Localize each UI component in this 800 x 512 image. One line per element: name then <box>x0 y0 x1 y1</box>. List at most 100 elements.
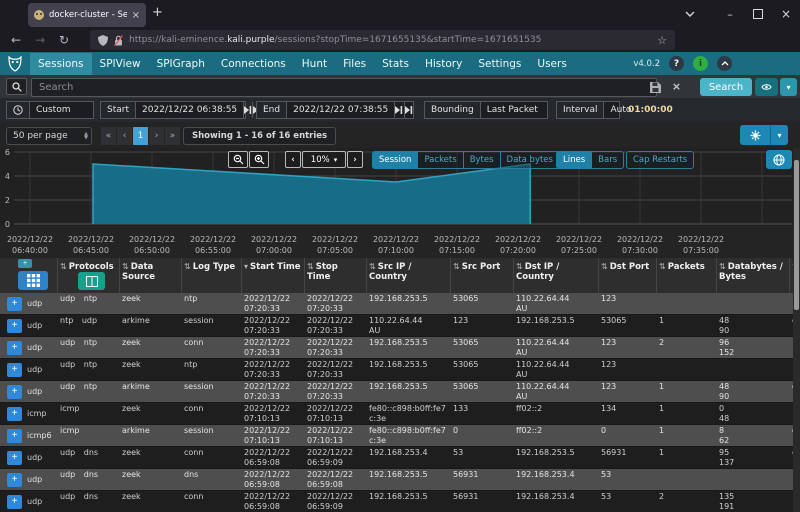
current-page-button[interactable]: 1 <box>133 127 148 145</box>
pan-left-button[interactable]: ‹ <box>285 151 301 168</box>
nav-item-hunt[interactable]: Hunt <box>294 53 335 75</box>
new-tab-button[interactable]: + <box>152 5 163 20</box>
time-range-select[interactable]: Custom <box>30 105 76 115</box>
clear-search-icon[interactable]: × <box>668 78 685 95</box>
tracking-shield-icon[interactable] <box>98 34 108 46</box>
expand-session-button[interactable]: + <box>7 407 22 421</box>
cell-dst-port: 53 <box>601 492 612 501</box>
expand-session-button[interactable]: + <box>7 319 22 333</box>
save-view-button[interactable] <box>646 79 664 95</box>
nav-item-connections[interactable]: Connections <box>213 53 294 75</box>
open-map-button[interactable] <box>766 150 792 169</box>
nav-item-settings[interactable]: Settings <box>470 53 529 75</box>
column-header-dst-port[interactable]: ⇅ Dst Port <box>599 258 657 293</box>
column-header-start-time[interactable]: ▾ Start Time <box>242 258 305 293</box>
prev-page-button[interactable]: ‹ <box>117 127 132 145</box>
toggle-header-button[interactable]: + <box>18 259 32 268</box>
cell-dst-port: 134 <box>601 404 617 413</box>
column-header-packets[interactable]: ⇅ Packets <box>657 258 717 293</box>
cell-packets: 2 <box>659 492 665 501</box>
help-icon[interactable]: ? <box>669 56 684 71</box>
style-bars-button[interactable]: Bars <box>591 151 625 169</box>
lock-insecure-icon[interactable] <box>114 34 123 46</box>
zoom-out-button[interactable] <box>228 151 248 168</box>
nav-item-stats[interactable]: Stats <box>374 53 417 75</box>
column-layout-button[interactable] <box>78 272 105 290</box>
search-button[interactable]: Search <box>700 78 752 96</box>
views-eye-button[interactable] <box>755 78 778 96</box>
start-time-input[interactable]: 2022/12/22 06:38:55 <box>136 105 243 115</box>
cell-start-time: 2022/12/22 06:59:08 <box>242 491 305 512</box>
url-bar[interactable]: https://kali-eminence.kali.purple/sessio… <box>90 30 675 50</box>
bookmark-star-icon[interactable]: ☆ <box>657 34 667 47</box>
cell-stop-time: 2022/12/22 07:20:33 <box>305 359 367 380</box>
zoom-caret-icon: ▾ <box>333 155 338 164</box>
nav-item-users[interactable]: Users <box>529 53 574 75</box>
expand-session-button[interactable]: + <box>7 495 22 509</box>
start-label: Start <box>101 102 136 118</box>
table-settings-button[interactable]: ▾ <box>740 125 788 145</box>
toggle-view-button[interactable] <box>18 271 48 290</box>
nav-item-spiview[interactable]: SPIView <box>92 53 149 75</box>
expand-session-button[interactable]: + <box>7 297 22 311</box>
column-header-stop-time[interactable]: ⇅ Stop Time <box>305 258 367 293</box>
cell-log-type: conn <box>184 448 204 457</box>
style-lines-button[interactable]: Lines <box>556 151 593 169</box>
search-actions-dropdown[interactable]: ▾ <box>780 78 797 96</box>
first-page-button[interactable]: « <box>101 127 116 145</box>
svg-text:2022/12/22: 2022/12/22 <box>7 235 53 244</box>
column-header-dst-ip-country[interactable]: ⇅ Dst IP / Country <box>514 258 599 293</box>
cell-src-ip-line1: 192.168.253.5 <box>369 360 428 369</box>
collapse-navbar-icon[interactable] <box>717 56 732 71</box>
expand-session-button[interactable]: + <box>7 473 22 487</box>
reload-button[interactable]: ↻ <box>54 33 74 47</box>
expand-session-button[interactable]: + <box>7 341 22 355</box>
expand-session-button[interactable]: + <box>7 385 22 399</box>
cell-dst-port: 53065 <box>601 316 627 325</box>
tab-close-icon[interactable]: × <box>132 10 140 21</box>
nav-item-files[interactable]: Files <box>335 53 374 75</box>
search-icon-button[interactable] <box>6 78 27 95</box>
start-snap-back-button[interactable] <box>243 102 252 118</box>
bounding-select[interactable]: Last Packet <box>481 105 544 115</box>
metric-bytes-button[interactable]: Bytes <box>462 151 501 169</box>
nav-item-history[interactable]: History <box>417 53 470 75</box>
browser-titlebar: docker-cluster - Sessions × + – × <box>0 0 800 28</box>
forward-button[interactable]: → <box>30 33 50 47</box>
back-button[interactable]: ← <box>6 33 26 47</box>
column-header-src-port[interactable]: ⇅ Src Port <box>451 258 514 293</box>
health-status-icon[interactable]: i <box>693 56 708 71</box>
maximize-button[interactable] <box>744 0 772 28</box>
per-page-select[interactable]: 50 per page ▲ ▼ <box>6 127 92 145</box>
navbar-right: v4.0.2 ? i <box>633 56 732 71</box>
nav-item-spigraph[interactable]: SPIGraph <box>149 53 213 75</box>
end-snap-back-button[interactable] <box>394 102 403 118</box>
nav-item-sessions[interactable]: Sessions <box>30 52 92 75</box>
search-input[interactable] <box>31 78 657 97</box>
cap-restarts-button[interactable]: Cap Restarts <box>626 151 695 169</box>
tabs-dropdown-icon[interactable] <box>676 0 704 28</box>
column-header-src-ip-country[interactable]: ⇅ Src IP / Country <box>367 258 451 293</box>
metric-session-button[interactable]: Session <box>372 151 419 169</box>
expand-session-button[interactable]: + <box>7 451 22 465</box>
column-header-data-source[interactable]: ⇅ Data Source <box>120 258 182 293</box>
close-button[interactable]: × <box>772 0 800 28</box>
graph-zoom-select[interactable]: 10% ▾ <box>302 151 346 168</box>
page-scrollbar-thumb[interactable] <box>794 160 799 310</box>
clock-icon[interactable] <box>7 102 30 118</box>
browser-tab[interactable]: docker-cluster - Sessions × <box>28 3 146 27</box>
metric-data-bytes-button[interactable]: Data bytes <box>499 151 560 169</box>
cell-stop-time-line2: 07:10:13 <box>307 435 343 445</box>
expand-session-button[interactable]: + <box>7 429 22 443</box>
zoom-in-button[interactable] <box>249 151 269 168</box>
expand-session-button[interactable]: + <box>7 363 22 377</box>
column-header-databytes-bytes[interactable]: ⇅ Databytes / Bytes <box>717 258 790 293</box>
end-time-input[interactable]: 2022/12/22 07:38:55 <box>287 105 394 115</box>
column-header-log-type[interactable]: ⇅ Log Type <box>182 258 242 293</box>
last-page-button[interactable]: » <box>165 127 180 145</box>
pan-right-button[interactable]: › <box>347 151 363 168</box>
metric-packets-button[interactable]: Packets <box>417 151 464 169</box>
next-page-button[interactable]: › <box>149 127 164 145</box>
minimize-button[interactable]: – <box>716 0 744 28</box>
end-snap-forward-button[interactable] <box>403 102 413 118</box>
